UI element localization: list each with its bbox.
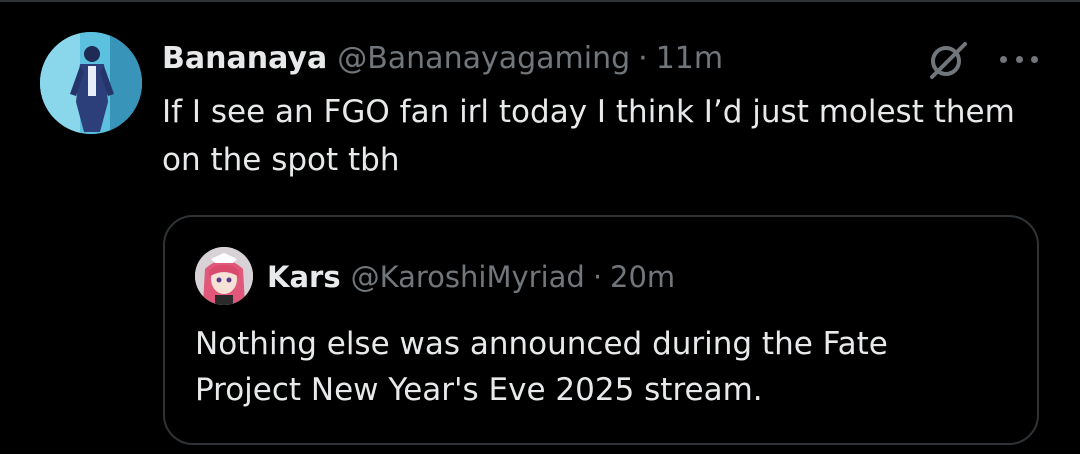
quoted-header-separator: · bbox=[592, 260, 603, 294]
quoted-author-handle[interactable]: @KaroshiMyriad bbox=[351, 260, 585, 294]
avatar-image bbox=[40, 32, 142, 134]
quoted-author-name[interactable]: Kars bbox=[267, 260, 341, 294]
quoted-author-avatar[interactable] bbox=[195, 247, 253, 305]
author-avatar[interactable] bbox=[40, 32, 142, 134]
grok-icon[interactable] bbox=[926, 38, 970, 82]
quoted-tweet-header: Kars @KaroshiMyriad · 20m bbox=[267, 255, 675, 299]
top-divider bbox=[0, 0, 1080, 2]
quoted-tweet-timestamp[interactable]: 20m bbox=[610, 260, 675, 294]
more-options-icon[interactable] bbox=[1000, 40, 1038, 78]
tweet-timestamp[interactable]: 11m bbox=[656, 41, 723, 76]
dot bbox=[1015, 55, 1023, 63]
author-handle[interactable]: @Bananayagaming bbox=[337, 41, 630, 76]
quoted-tweet-card[interactable]: Kars @KaroshiMyriad · 20m Nothing else w… bbox=[163, 215, 1039, 445]
quoted-tweet-text: Nothing else was announced during the Fa… bbox=[195, 326, 888, 408]
tweet-text: If I see an FGO fan irl today I think I’… bbox=[162, 94, 1015, 178]
quoted-avatar-image bbox=[195, 247, 253, 305]
tweet-header: Bananaya @Bananayagaming · 11m bbox=[162, 36, 723, 80]
dot bbox=[1000, 55, 1007, 63]
author-name[interactable]: Bananaya bbox=[162, 41, 327, 76]
dot bbox=[1031, 55, 1038, 63]
header-separator: · bbox=[638, 40, 648, 76]
